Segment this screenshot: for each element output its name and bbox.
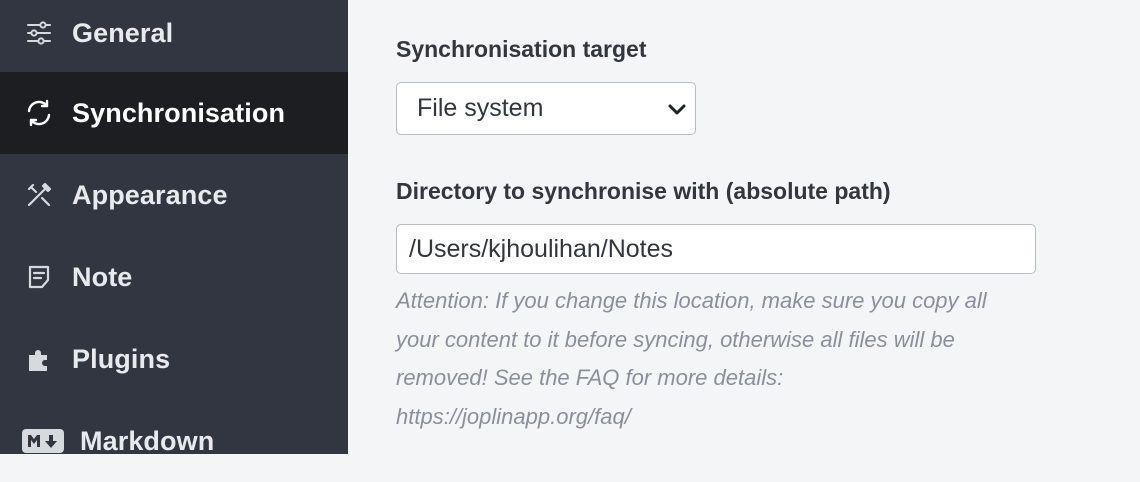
sidebar-item-markdown[interactable]: Markdown: [0, 400, 348, 482]
note-icon: [22, 260, 56, 294]
settings-main-panel: Synchronisation target File system Direc…: [348, 0, 1140, 454]
sidebar-item-label: Note: [72, 261, 133, 292]
sidebar-item-appearance[interactable]: Appearance: [0, 154, 348, 236]
sidebar-item-plugins[interactable]: Plugins: [0, 318, 348, 400]
sliders-icon: [22, 16, 56, 50]
markdown-icon: [20, 424, 66, 458]
puzzle-icon: [22, 342, 56, 376]
sidebar-item-note[interactable]: Note: [0, 236, 348, 318]
sidebar-item-label: Plugins: [72, 343, 171, 374]
sidebar-item-label: Appearance: [72, 179, 228, 210]
sidebar-item-label: Synchronisation: [72, 97, 286, 128]
directory-label: Directory to synchronise with (absolute …: [396, 178, 891, 204]
sidebar-item-general[interactable]: General: [0, 0, 348, 74]
directory-help-text: Attention: If you change this location, …: [396, 282, 1056, 436]
paint-brush-icon: [22, 178, 56, 212]
settings-sidebar: General Synchronisation Appearance Note …: [0, 0, 348, 456]
help-line: Attention: If you change this location, …: [396, 288, 987, 313]
sidebar-item-synchronisation[interactable]: Synchronisation: [0, 72, 348, 154]
sync-icon: [22, 96, 56, 130]
faq-link[interactable]: https://joplinapp.org/faq/: [396, 398, 1056, 437]
chevron-down-icon: [665, 97, 689, 121]
sync-target-label: Synchronisation target: [396, 36, 647, 62]
sidebar-item-label: General: [72, 17, 174, 48]
directory-path-input[interactable]: [396, 224, 1036, 274]
help-line: your content to it before syncing, other…: [396, 326, 955, 352]
sync-target-value: File system: [417, 94, 544, 122]
help-line: removed! See the FAQ for more details:: [396, 365, 784, 390]
sync-target-select[interactable]: File system: [396, 82, 696, 135]
sidebar-item-label: Markdown: [80, 425, 215, 456]
